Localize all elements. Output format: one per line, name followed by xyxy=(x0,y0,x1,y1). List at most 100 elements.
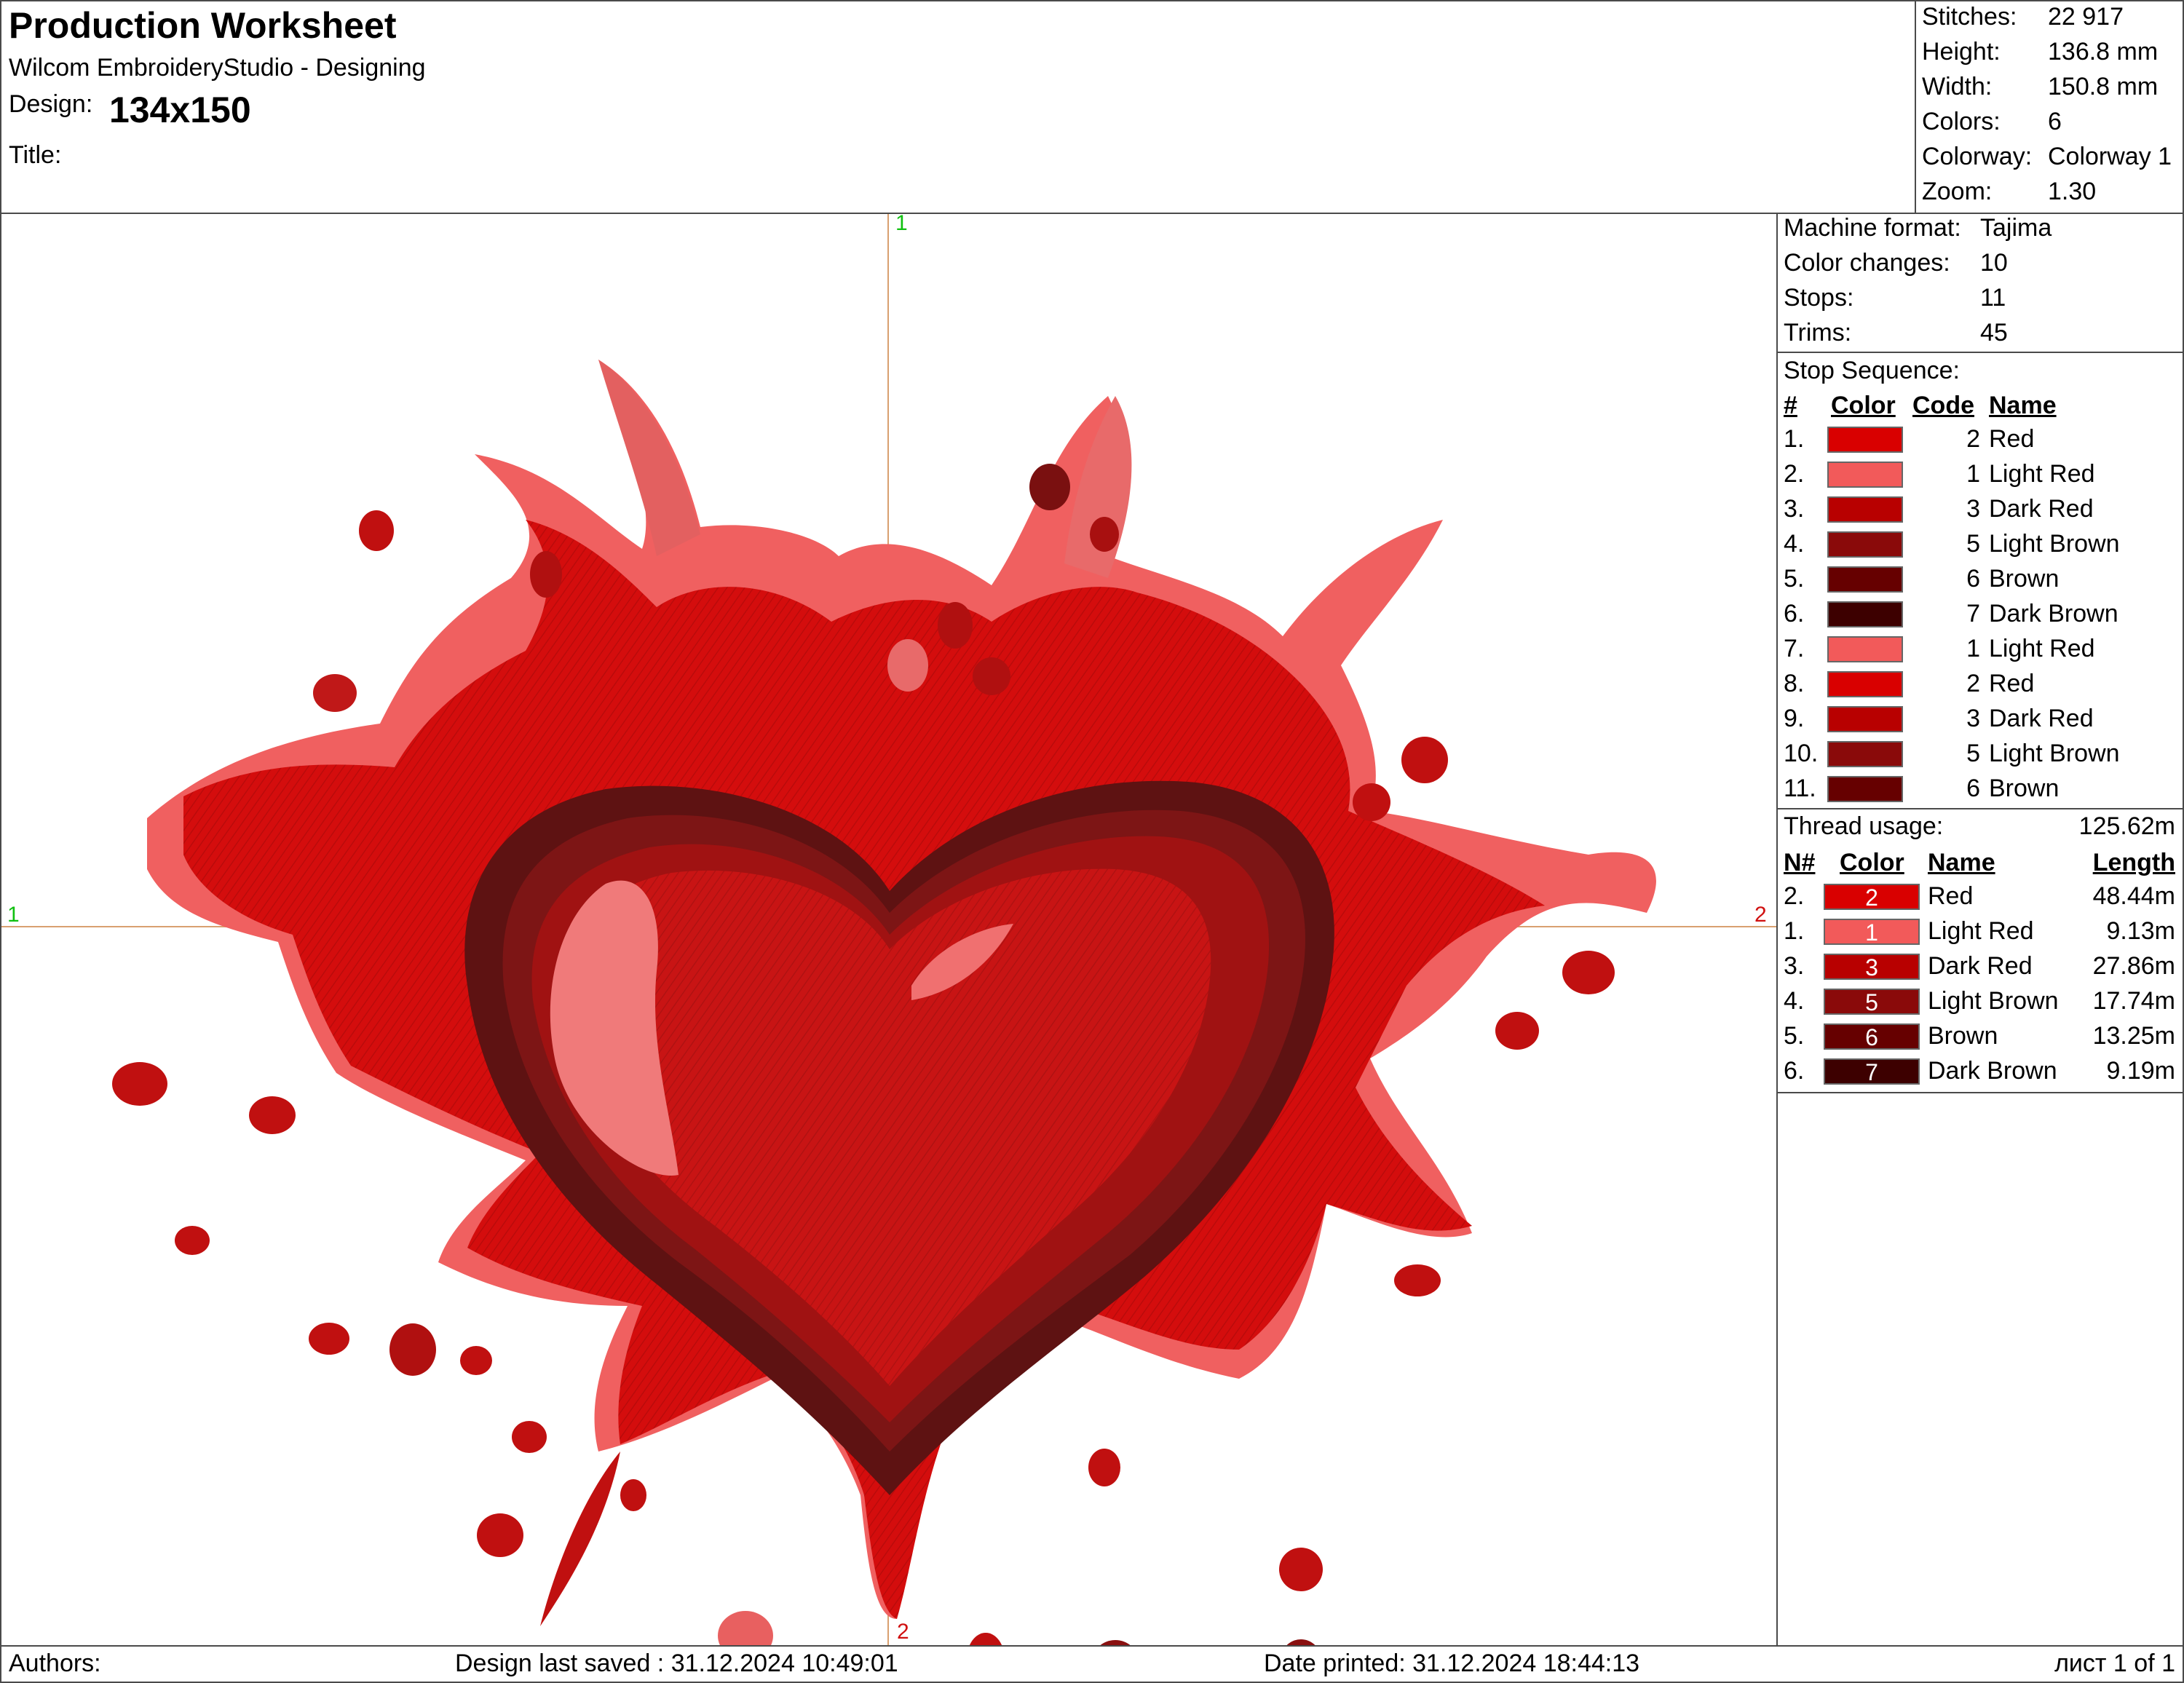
title-label: Title: xyxy=(9,141,62,169)
thread-row-num: 3. xyxy=(1784,952,1805,980)
stop-row-num: 3. xyxy=(1784,495,1805,523)
thread-row-name: Dark Red xyxy=(1928,952,2033,980)
design-value: 134x150 xyxy=(109,90,251,130)
footer-date-printed: Date printed: 31.12.2024 18:44:13 xyxy=(1264,1650,1640,1677)
thread-row-num: 1. xyxy=(1784,917,1805,945)
summary-label: Colors: xyxy=(1922,108,2001,135)
stop-row-name: Light Brown xyxy=(1989,740,2120,767)
thread-row-name: Brown xyxy=(1928,1022,1998,1050)
footer-last-saved: Design last saved : 31.12.2024 10:49:01 xyxy=(455,1650,898,1677)
thread-row-swatch: 7 xyxy=(1824,1058,1920,1085)
axis-label-top: 1 xyxy=(895,211,908,235)
stop-row-name: Dark Red xyxy=(1989,495,2094,523)
stop-row-num: 11. xyxy=(1784,775,1816,802)
stop-row-code: 2 xyxy=(1966,670,1980,697)
thread-row-swatch: 3 xyxy=(1824,954,1920,980)
stop-row-code: 6 xyxy=(1966,775,1980,802)
footer-bar xyxy=(0,1645,2184,1683)
thread-row-num: 6. xyxy=(1784,1057,1805,1085)
machine-value: 11 xyxy=(1980,284,2006,312)
stop-row-code: 2 xyxy=(1966,425,1980,453)
axis-label-right: 2 xyxy=(1754,903,1767,927)
stop-col-color: Color xyxy=(1831,392,1896,419)
stop-row-num: 4. xyxy=(1784,530,1805,558)
thread-col-name: Name xyxy=(1928,849,1995,876)
thread-usage-total: 125.62m xyxy=(2078,812,2175,840)
thread-col-length: Length xyxy=(2092,849,2175,876)
stop-row-num: 6. xyxy=(1784,600,1805,627)
stop-row-code: 6 xyxy=(1966,565,1980,593)
thread-row-swatch: 6 xyxy=(1824,1023,1920,1050)
stop-row-code: 5 xyxy=(1966,740,1980,767)
stop-row-swatch xyxy=(1827,496,1903,523)
summary-value: 1.30 xyxy=(2048,178,2097,205)
stop-row-swatch xyxy=(1827,601,1903,627)
stop-row-swatch xyxy=(1827,706,1903,732)
summary-label: Colorway: xyxy=(1922,143,2033,170)
stop-row-code: 3 xyxy=(1966,495,1980,523)
axis-label-left: 1 xyxy=(7,903,20,927)
machine-value: 45 xyxy=(1980,319,2008,346)
thread-col-num: N# xyxy=(1784,849,1816,876)
summary-label: Zoom: xyxy=(1922,178,1993,205)
stop-row-num: 9. xyxy=(1784,705,1805,732)
thread-row-num: 2. xyxy=(1784,882,1805,910)
stop-col-name: Name xyxy=(1989,392,2057,419)
stop-row-swatch xyxy=(1827,636,1903,662)
stop-row-num: 1. xyxy=(1784,425,1805,453)
stop-row-num: 7. xyxy=(1784,635,1805,662)
stop-row-code: 7 xyxy=(1966,600,1980,627)
thread-row-swatch: 5 xyxy=(1824,989,1920,1015)
machine-label: Color changes: xyxy=(1784,249,1950,277)
design-label: Design: xyxy=(9,90,93,118)
summary-value: 136.8 mm xyxy=(2048,38,2159,66)
thread-col-color: Color xyxy=(1840,849,1904,876)
stop-row-swatch xyxy=(1827,671,1903,697)
summary-value: Colorway 1 xyxy=(2048,143,2172,170)
thread-row-length: 48.44m xyxy=(2092,882,2175,910)
stop-row-swatch xyxy=(1827,566,1903,593)
thread-row-length: 9.19m xyxy=(2106,1057,2176,1085)
app-name: Wilcom EmbroideryStudio - Designing xyxy=(9,54,426,82)
stop-row-code: 5 xyxy=(1966,530,1980,558)
stop-row-name: Light Red xyxy=(1989,460,2095,488)
summary-label: Width: xyxy=(1922,73,1993,100)
stop-row-code: 1 xyxy=(1966,635,1980,662)
stop-row-name: Light Brown xyxy=(1989,530,2120,558)
stop-row-num: 2. xyxy=(1784,460,1805,488)
machine-label: Machine format: xyxy=(1784,214,1961,242)
stop-row-swatch xyxy=(1827,741,1903,767)
stop-row-name: Dark Red xyxy=(1989,705,2094,732)
thread-row-name: Light Brown xyxy=(1928,987,2059,1015)
summary-value: 6 xyxy=(2048,108,2062,135)
thread-row-name: Red xyxy=(1928,882,1974,910)
summary-value: 22 917 xyxy=(2048,3,2124,31)
embroidery-design-preview xyxy=(1,214,1776,1645)
stop-row-swatch xyxy=(1827,427,1903,453)
stop-row-name: Red xyxy=(1989,425,2035,453)
summary-value: 150.8 mm xyxy=(2048,73,2159,100)
stop-row-name: Brown xyxy=(1989,565,2060,593)
machine-label: Trims: xyxy=(1784,319,1852,346)
thread-row-length: 13.25m xyxy=(2092,1022,2175,1050)
thread-row-swatch: 1 xyxy=(1824,919,1920,945)
stop-row-name: Red xyxy=(1989,670,2035,697)
stop-row-num: 10. xyxy=(1784,740,1819,767)
stop-row-swatch xyxy=(1827,776,1903,802)
thread-row-name: Dark Brown xyxy=(1928,1057,2057,1085)
thread-row-length: 27.86m xyxy=(2092,952,2175,980)
stop-row-num: 5. xyxy=(1784,565,1805,593)
thread-usage-label: Thread usage: xyxy=(1784,812,1944,840)
machine-value: Tajima xyxy=(1980,214,2052,242)
stop-row-name: Light Red xyxy=(1989,635,2095,662)
thread-row-length: 9.13m xyxy=(2106,917,2176,945)
stop-row-name: Brown xyxy=(1989,775,2060,802)
stop-row-num: 8. xyxy=(1784,670,1805,697)
thread-row-name: Light Red xyxy=(1928,917,2034,945)
machine-label: Stops: xyxy=(1784,284,1854,312)
stop-row-swatch xyxy=(1827,462,1903,488)
stop-row-code: 1 xyxy=(1966,460,1980,488)
axis-label-bottom: 2 xyxy=(897,1620,909,1644)
footer-authors: Authors: xyxy=(9,1650,101,1677)
stop-col-num: # xyxy=(1784,392,1797,419)
